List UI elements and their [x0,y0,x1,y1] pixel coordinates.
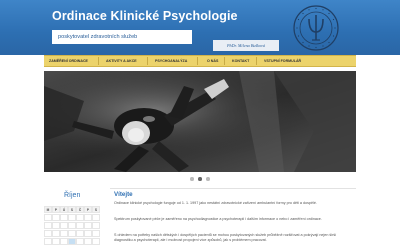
calendar-month: Říjen [64,192,81,199]
skydiving-photo [44,71,356,172]
calendar-day[interactable] [84,230,92,237]
calendar-day[interactable] [52,222,60,229]
calendar-day[interactable] [52,238,60,245]
nav-item-zamereni[interactable]: ZAMĚŘENÍ ORDINACE [49,56,88,66]
calendar-header-row: M P Ú S Č P S [44,206,100,214]
nav-item-aktivity[interactable]: AKTIVITY A AKCE [106,56,137,66]
calendar-week-row [44,222,100,230]
weekday-label: P [84,206,92,213]
weekday-label: Č [76,206,84,213]
calendar-day[interactable] [76,222,84,229]
calendar-day[interactable] [44,214,52,221]
photo-slider[interactable] [44,71,356,172]
nav-divider [256,57,257,65]
nav-item-psychoanalyza[interactable]: PSYCHOANALÝZA [155,56,187,66]
weekday-label: S [68,206,76,213]
nav-item-o-nas[interactable]: O NÁS [207,56,218,66]
slider-dot[interactable] [190,177,194,181]
calendar-day[interactable] [84,238,92,245]
calendar-day[interactable] [60,230,68,237]
calendar-day[interactable] [76,238,84,245]
nav-divider [147,57,148,65]
nav-divider [224,57,225,65]
calendar-day[interactable] [76,214,84,221]
calendar-week-row [44,238,100,246]
calendar-week-row [44,230,100,238]
nav-item-kontakt[interactable]: KONTAKT [232,56,249,66]
calendar-day-today[interactable] [68,238,76,245]
content-paragraph: Ordinace klinické psychologie funguje od… [114,201,317,205]
content-heading: Vítejte [114,191,133,198]
nav-divider [197,57,198,65]
calendar-widget: Říjen M P Ú S Č P S [44,188,100,250]
calendar-day[interactable] [44,238,52,245]
calendar-day[interactable] [60,222,68,229]
doctor-signature: PhDr. Milena Bušková [213,40,279,51]
main-navigation: ZAMĚŘENÍ ORDINACE AKTIVITY A AKCE PSYCHO… [44,55,356,67]
calendar-day[interactable] [68,214,76,221]
slider-dot[interactable] [206,177,210,181]
calendar-day[interactable] [68,222,76,229]
calendar-day[interactable] [84,222,92,229]
content-paragraph: Spektrum poskytované péče je zaměřeno na… [114,217,322,221]
nav-item-vstupni-formular[interactable]: VSTUPNÍ FORMULÁŘ [264,56,301,66]
calendar-day[interactable] [92,230,100,237]
content-paragraph: S ohledem na potřeby našich dětských i d… [114,233,337,242]
calendar-day[interactable] [76,230,84,237]
slider-dot-active[interactable] [198,177,202,181]
calendar-day[interactable] [52,214,60,221]
calendar-day[interactable] [52,230,60,237]
site-subtitle: poskytovatel zdravotních služeb [52,30,192,44]
nav-divider [98,57,99,65]
weekday-label: P [52,206,60,213]
calendar-grid: M P Ú S Č P S [44,206,100,246]
site-header: Ordinace Klinické Psychologie poskytovat… [0,0,400,55]
calendar-day[interactable] [84,214,92,221]
main-content: Vítejte Ordinace klinické psychologie fu… [110,188,356,251]
weekday-label: M [44,206,52,213]
calendar-day[interactable] [92,222,100,229]
calendar-day[interactable] [68,230,76,237]
calendar-day[interactable] [60,214,68,221]
calendar-day[interactable] [60,238,68,245]
weekday-label: Ú [60,206,68,213]
weekday-label: S [92,206,100,213]
calendar-week-row [44,214,100,222]
slider-pagination [190,177,220,183]
calendar-day[interactable] [44,230,52,237]
calendar-day[interactable] [92,214,100,221]
calendar-day[interactable] [44,222,52,229]
psi-logo-icon[interactable] [292,4,340,52]
calendar-day[interactable] [92,238,100,245]
site-title[interactable]: Ordinace Klinické Psychologie [52,9,238,23]
